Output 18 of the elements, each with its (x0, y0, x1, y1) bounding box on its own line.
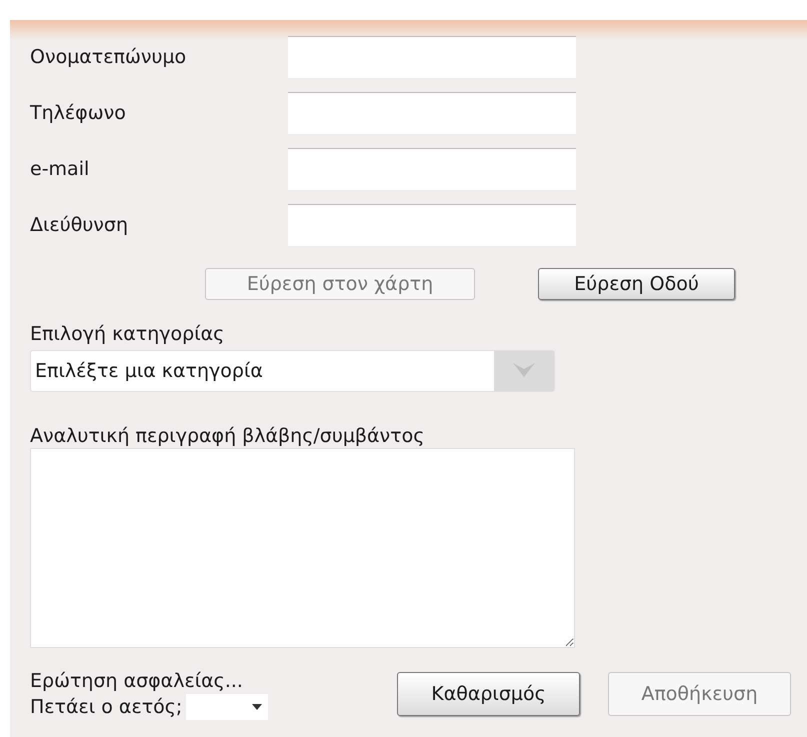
field-label: Ονοματεπώνυμο (30, 44, 188, 70)
description-field[interactable] (30, 448, 575, 648)
form-button[interactable]: Εύρεση Οδού (538, 268, 735, 300)
form-button[interactable]: Καθαρισμός (397, 672, 580, 716)
field-label: Αναλυτική περιγραφή βλάβης/συμβάντος (30, 424, 426, 448)
field-label: Επιλογή κατηγορίας (30, 322, 226, 346)
input-field[interactable] (288, 36, 576, 78)
field-label: Διεύθυνση (30, 212, 130, 238)
input-field[interactable] (288, 92, 576, 134)
field-label: e-mail (30, 156, 90, 182)
caret-icon (252, 704, 262, 710)
answer-select[interactable] (186, 694, 268, 720)
input-field[interactable] (288, 148, 576, 190)
field-label: Τηλέφωνο (30, 100, 127, 126)
input-field[interactable] (288, 204, 576, 246)
security-question: Πετάει ο αετός; (30, 695, 182, 720)
security-title: Ερώτηση ασφαλείας... (30, 669, 244, 694)
category-select[interactable]: Επιλέξτε μια κατηγορία (30, 350, 555, 392)
